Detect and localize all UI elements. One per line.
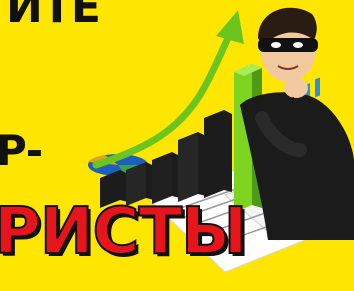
headline-line-2: Р- [0,126,43,175]
headline-line-1: ИТЕ [6,0,101,33]
headline-line-3: РИСТЫ [0,195,248,269]
